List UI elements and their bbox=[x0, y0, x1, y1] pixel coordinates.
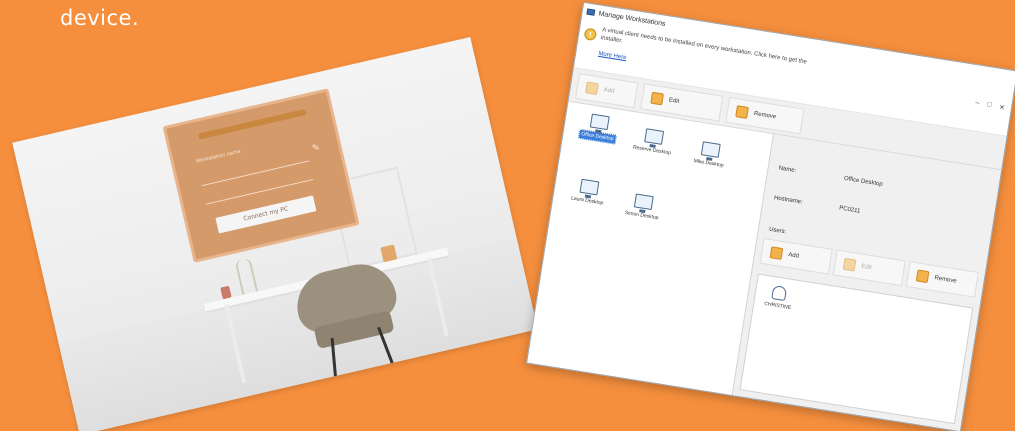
workstation-list: Office Desktop Reserve Desktop Mike Desk… bbox=[527, 101, 774, 396]
photo-floor bbox=[58, 236, 538, 431]
workstation-item[interactable]: Office Desktop bbox=[571, 111, 627, 146]
details-panel: Name: Office Desktop Hostname: PC0211 Us… bbox=[732, 134, 1002, 431]
monitor-icon bbox=[579, 178, 600, 196]
name-row: Name: Office Desktop bbox=[778, 165, 883, 187]
edit-user-icon bbox=[842, 257, 857, 272]
edit-user-label: Edit bbox=[860, 263, 873, 272]
maximize-button[interactable]: □ bbox=[986, 101, 992, 110]
remove-monitor-icon bbox=[735, 104, 749, 119]
remove-user-label: Remove bbox=[933, 275, 957, 285]
desk-photo: Workstation name ✎ Connect my PC bbox=[12, 36, 538, 431]
add-workstation-button[interactable]: Add bbox=[575, 72, 639, 108]
manage-workstations-window: Manage Workstations ! A virtual client n… bbox=[526, 1, 1015, 431]
users-label: Users: bbox=[768, 226, 787, 236]
monitor-icon bbox=[589, 113, 610, 131]
workstation-item[interactable]: Laura Desktop bbox=[561, 176, 616, 209]
remove-user-button[interactable]: Remove bbox=[905, 261, 979, 298]
pencil-icon: ✎ bbox=[311, 142, 321, 155]
add-user-label: Add bbox=[787, 252, 800, 260]
name-value: Office Desktop bbox=[843, 175, 884, 188]
screen-hint: Workstation name bbox=[195, 148, 242, 165]
user-label: CHRISTINE bbox=[763, 300, 792, 312]
edit-workstation-label: Edit bbox=[668, 96, 680, 105]
edit-user-button[interactable]: Edit bbox=[832, 249, 906, 287]
info-icon: ! bbox=[583, 27, 598, 42]
brand-logo bbox=[198, 108, 307, 140]
pencil-icon bbox=[650, 91, 665, 105]
add-user-icon bbox=[769, 246, 784, 260]
workstation-item[interactable]: Reserve Desktop bbox=[626, 126, 681, 159]
add-user-button[interactable]: Add bbox=[759, 237, 833, 275]
add-workstation-label: Add bbox=[603, 86, 615, 95]
remove-workstation-label: Remove bbox=[753, 110, 777, 120]
user-icon bbox=[771, 285, 788, 302]
close-button[interactable]: ✕ bbox=[998, 103, 1005, 112]
monitor-icon bbox=[700, 141, 721, 158]
monitor-icon bbox=[644, 128, 665, 145]
hostname-label: Hostname: bbox=[773, 195, 804, 206]
user-item[interactable]: CHRISTINE bbox=[764, 284, 794, 311]
hostname-row: Hostname: PC0211 bbox=[774, 195, 861, 215]
remove-user-icon bbox=[915, 269, 930, 284]
monitor-icon bbox=[633, 193, 654, 211]
workstation-item[interactable]: Simon Desktop bbox=[615, 191, 670, 224]
connect-button: Connect my PC bbox=[215, 195, 317, 234]
plus-monitor-icon bbox=[585, 80, 599, 95]
more-here-link[interactable]: More Here bbox=[598, 51, 627, 61]
hostname-value: PC0211 bbox=[838, 205, 861, 215]
caption-text: device. bbox=[60, 6, 140, 30]
app-icon bbox=[586, 8, 596, 16]
login-screen: Workstation name ✎ Connect my PC bbox=[162, 88, 360, 263]
minimize-button[interactable]: – bbox=[975, 99, 980, 108]
workstation-item[interactable]: Mike Desktop bbox=[682, 139, 737, 172]
name-label: Name: bbox=[778, 165, 797, 175]
